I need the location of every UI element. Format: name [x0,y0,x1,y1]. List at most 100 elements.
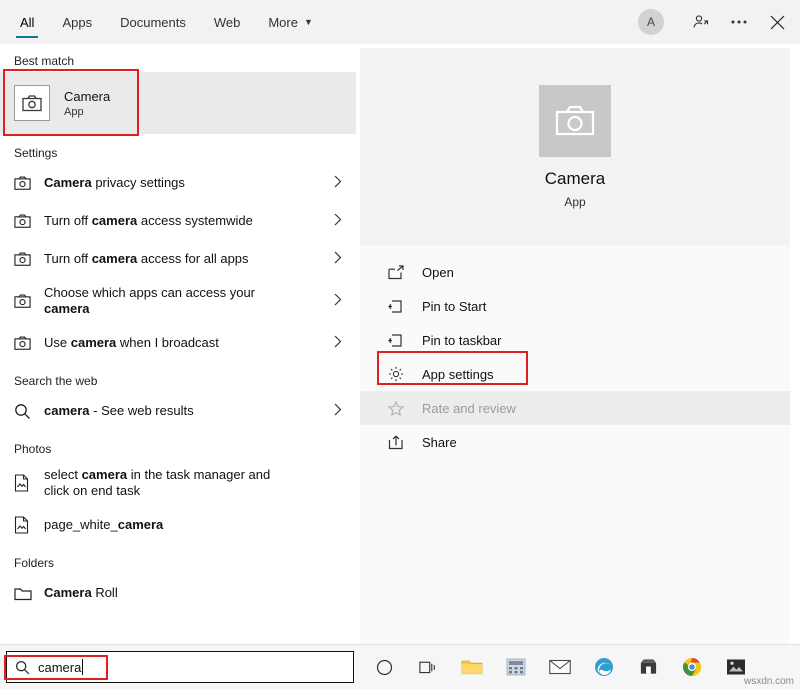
command-pin-to-taskbar[interactable]: Pin to taskbar [360,323,790,357]
photos-item-page-white-camera[interactable]: page_white_camera [0,506,356,544]
file-explorer-icon[interactable] [450,645,494,689]
taskbar-icons [362,645,758,689]
cortana-icon[interactable] [362,645,406,689]
best-match-header: Best match [14,54,75,68]
chevron-right-icon[interactable] [334,251,342,267]
command-open[interactable]: Open [360,255,790,289]
search-input[interactable]: camera [6,651,354,683]
command-rate-and-review[interactable]: Rate and review [360,391,790,425]
settings-item-label: Use camera when I broadcast [44,335,219,351]
mail-icon[interactable] [538,645,582,689]
avatar[interactable]: A [638,9,664,35]
tab-web[interactable]: Web [200,0,255,44]
pin-to-taskbar-icon [388,333,422,348]
settings-item-choose-which-apps-can-access-your-camera[interactable]: Choose which apps can access your camera [0,278,356,324]
settings-item-turn-off-camera-access-systemwide[interactable]: Turn off camera access systemwide [0,202,356,240]
search-input-value: camera [38,659,82,675]
chrome-icon[interactable] [670,645,714,689]
command-label: Pin to taskbar [422,332,502,348]
camera-icon [14,252,44,267]
settings-item-label: Choose which apps can access your camera [44,285,299,318]
settings-item-label: Turn off camera access systemwide [44,213,253,229]
chevron-right-icon[interactable] [334,403,342,419]
app-preview-pane: Camera App Open Pin to Start Pin to task… [360,48,790,645]
chevron-right-icon[interactable] [334,335,342,351]
chevron-right-icon[interactable] [334,293,342,309]
label-part-bold: camera [70,334,117,350]
search-icon [14,403,44,420]
folders-item-camera-roll[interactable]: Camera Roll [0,574,356,612]
command-label: Share [422,434,457,450]
tab-all[interactable]: All [6,0,48,44]
ellipsis-icon[interactable] [720,0,758,44]
label-part: Choose which apps can access your [44,284,256,300]
settings-item-label: Camera privacy settings [44,175,185,191]
camera-icon [14,214,44,229]
command-app-settings[interactable]: App settings [360,357,790,391]
label-part: - See web results [89,402,194,418]
label-part-bold: camera [81,466,128,482]
tab-apps-label: Apps [62,14,93,30]
calculator-icon[interactable] [494,645,538,689]
edge-icon[interactable] [582,645,626,689]
photos-item-select-camera-in-the-task-manager[interactable]: select camera in the task manager and cl… [0,460,356,506]
label-part-bold: Camera [44,174,92,190]
photos-header: Photos [14,442,52,456]
pin-to-start-icon [388,299,422,314]
microsoft-store-icon[interactable] [626,645,670,689]
label-part-bold: camera [44,301,90,316]
folder-icon [14,586,44,601]
label-part: page_white_ [44,516,118,532]
chevron-right-icon[interactable] [334,213,342,229]
label-part-bold: camera [117,516,164,532]
text-caret [82,659,84,675]
tab-more-label: More [268,14,298,30]
tab-apps[interactable]: Apps [48,0,106,44]
command-label: App settings [422,366,494,382]
settings-item-camera-privacy-settings[interactable]: Camera privacy settings [0,164,356,202]
task-view-icon[interactable] [406,645,450,689]
open-icon [388,264,422,280]
camera-app-icon [14,85,50,121]
best-match-title: Camera [64,88,111,104]
tab-web-label: Web [213,14,241,30]
label-part-bold: Camera [44,584,92,600]
web-result-label: camera - See web results [44,403,194,419]
person-feedback-icon[interactable] [682,0,720,44]
tab-documents-label: Documents [120,14,186,30]
folders-header: Folders [14,556,55,570]
search-flyout: All Apps Documents Web More ▼ A Best mat… [0,0,800,689]
settings-item-label: Turn off camera access for all apps [44,251,249,267]
command-label: Open [422,264,454,280]
label-part-bold: camera [91,250,138,266]
tab-documents[interactable]: Documents [106,0,200,44]
label-part: select [44,466,82,482]
chevron-right-icon[interactable] [334,175,342,191]
share-icon [388,434,422,450]
settings-item-turn-off-camera-access-for-all-apps[interactable]: Turn off camera access for all apps [0,240,356,278]
label-part-bold: camera [44,402,90,418]
gear-icon [388,366,422,382]
folders-item-label: Camera Roll [44,585,118,601]
settings-item-use-camera-when-i-broadcast[interactable]: Use camera when I broadcast [0,324,356,362]
label-part-bold: camera [91,212,138,228]
tab-more[interactable]: More ▼ [254,0,327,44]
label-part-2: when I broadcast [116,334,219,350]
camera-icon [14,176,44,191]
label-part: Roll [91,584,118,600]
camera-large-icon [539,84,611,157]
avatar-initial: A [646,15,655,29]
camera-icon [14,294,44,309]
web-result-camera[interactable]: camera - See web results [0,392,356,430]
tab-all-label: All [20,14,35,30]
command-pin-to-start[interactable]: Pin to Start [360,289,790,323]
photos-item-label: page_white_camera [44,517,163,533]
command-share[interactable]: Share [360,425,790,459]
label-part-2: access systemwide [137,212,253,228]
top-nav-bar: All Apps Documents Web More ▼ A [0,0,800,44]
label-part: Turn off [44,250,92,266]
best-match-result-camera[interactable]: Camera App [0,72,356,134]
command-label: Rate and review [422,400,516,416]
close-icon[interactable] [758,0,800,44]
app-preview-subtitle: App [564,194,586,209]
